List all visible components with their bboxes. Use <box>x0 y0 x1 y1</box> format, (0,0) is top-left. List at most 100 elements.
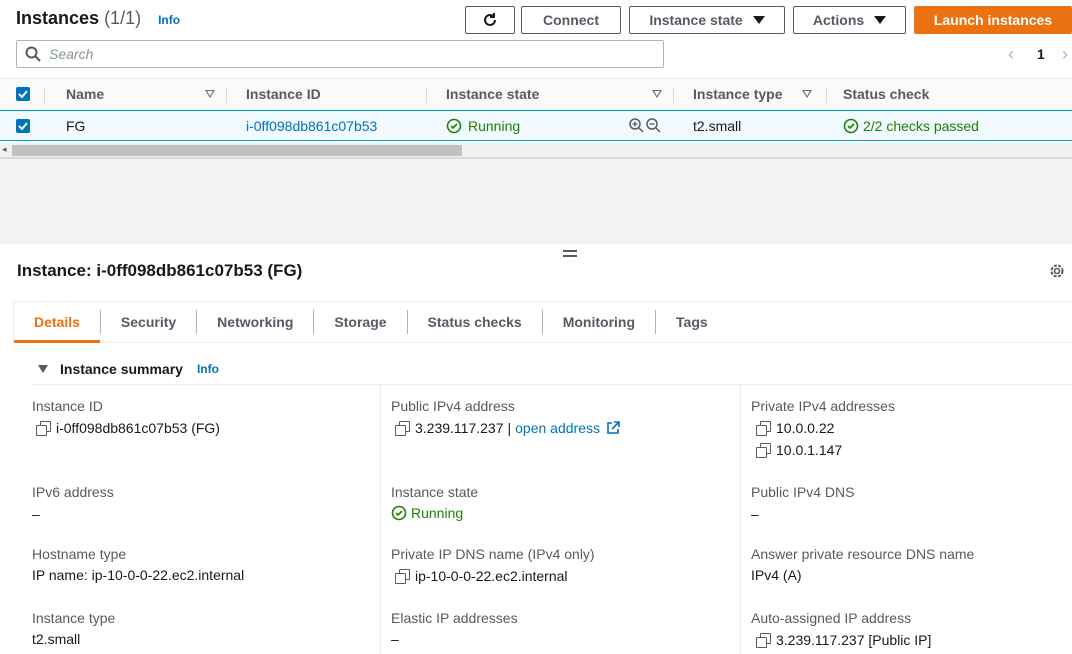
check-circle-icon <box>391 505 407 521</box>
summary-label: Instance summary <box>60 361 183 377</box>
private-dns-value: ip-10-0-0-22.ec2.internal <box>395 568 568 584</box>
caret-down-icon <box>874 16 887 24</box>
zoom-controls <box>629 111 661 140</box>
copy-icon[interactable] <box>395 569 410 584</box>
table-header: Name Instance ID Instance state Instance… <box>0 78 1072 110</box>
instance-id-label: Instance ID <box>32 398 103 414</box>
private-ipv4-value-2: 10.0.1.147 <box>756 442 842 458</box>
auto-ip-text: 3.239.117.237 [Public IP] <box>776 632 932 648</box>
scroll-left-icon[interactable]: ◂ <box>2 144 7 155</box>
table-row[interactable]: FG i-0ff098db861c07b53 Running t2.small … <box>0 110 1072 141</box>
check-circle-icon <box>446 118 462 133</box>
answer-dns-value: IPv4 (A) <box>751 567 802 583</box>
row-instance-id-link[interactable]: i-0ff098db861c07b53 <box>246 111 377 140</box>
tab-details[interactable]: Details <box>14 302 100 343</box>
column-status-check[interactable]: Status check <box>843 79 929 109</box>
zoom-out-icon[interactable] <box>646 118 661 133</box>
summary-info-link[interactable]: Info <box>197 362 219 376</box>
tab-tags[interactable]: Tags <box>656 302 728 342</box>
private-ipv4-text-2: 10.0.1.147 <box>776 442 843 458</box>
zoom-in-icon[interactable] <box>629 118 644 133</box>
tab-status-checks[interactable]: Status checks <box>408 302 542 342</box>
instance-state-button[interactable]: Instance state <box>629 6 785 34</box>
public-ipv4-label: Public IPv4 address <box>391 398 515 414</box>
answer-dns-label: Answer private resource DNS name <box>751 546 975 562</box>
ipv6-value: – <box>32 506 40 522</box>
private-dns-label: Private IP DNS name (IPv4 only) <box>391 546 595 562</box>
tab-security[interactable]: Security <box>101 302 196 342</box>
search-input[interactable]: Search <box>16 40 664 68</box>
row-status-text: 2/2 checks passed <box>863 117 979 134</box>
collapse-icon[interactable] <box>38 365 48 373</box>
open-address-link[interactable]: open address <box>515 420 600 436</box>
row-type: t2.small <box>693 117 742 134</box>
next-page-icon[interactable]: › <box>1062 44 1068 65</box>
scrollbar-thumb[interactable] <box>12 145 462 156</box>
search-placeholder: Search <box>49 46 94 62</box>
column-instance-id[interactable]: Instance ID <box>246 79 321 109</box>
column-name[interactable]: Name <box>66 79 104 109</box>
private-ipv4-label: Private IPv4 addresses <box>751 398 895 414</box>
public-dns-label: Public IPv4 DNS <box>751 484 855 500</box>
instance-id-value: i-0ff098db861c07b53 (FG) <box>36 420 220 436</box>
actions-label: Actions <box>812 12 865 28</box>
instance-id-text: i-0ff098db861c07b53 (FG) <box>56 420 220 436</box>
hostname-type-label: Hostname type <box>32 546 127 562</box>
private-ipv4-text-1: 10.0.0.22 <box>776 420 835 436</box>
row-state-text: Running <box>468 117 521 134</box>
instance-state-value: Running <box>391 505 463 521</box>
tab-storage[interactable]: Storage <box>314 302 406 342</box>
resize-handle-icon[interactable] <box>563 250 577 260</box>
copy-icon[interactable] <box>395 421 410 436</box>
private-ipv4-value-1: 10.0.0.22 <box>756 420 834 436</box>
hostname-type-value: IP name: ip-10-0-0-22.ec2.internal <box>32 567 245 583</box>
filter-icon[interactable] <box>652 79 662 109</box>
separator: | <box>507 420 512 436</box>
check-circle-icon <box>843 118 859 133</box>
row-checkbox[interactable] <box>16 111 30 140</box>
refresh-button[interactable] <box>465 6 515 34</box>
actions-button[interactable]: Actions <box>793 6 906 34</box>
tab-networking[interactable]: Networking <box>197 302 313 342</box>
external-link-icon[interactable] <box>606 421 620 435</box>
ipv6-label: IPv6 address <box>32 484 114 500</box>
gear-icon[interactable] <box>1048 262 1066 280</box>
details-tabs: Details Security Networking Storage Stat… <box>13 301 1072 343</box>
copy-icon[interactable] <box>756 421 771 436</box>
select-all-checkbox[interactable] <box>16 79 30 109</box>
elastic-ip-value: – <box>391 631 399 647</box>
public-ipv4-text: 3.239.117.237 <box>415 420 504 436</box>
auto-ip-label: Auto-assigned IP address <box>751 610 912 626</box>
instance-state-label: Instance state <box>649 12 743 28</box>
filter-icon[interactable] <box>205 79 215 109</box>
public-ipv4-value: 3.239.117.237 | open address <box>395 420 620 436</box>
info-link[interactable]: Info <box>158 13 180 27</box>
refresh-icon <box>484 13 496 26</box>
copy-icon[interactable] <box>36 421 51 436</box>
instance-title: Instance: i-0ff098db861c07b53 (FG) <box>17 261 303 280</box>
search-icon <box>25 46 41 62</box>
instance-state-text: Running <box>411 505 464 521</box>
instance-type-label: Instance type <box>32 610 116 626</box>
instance-summary-header[interactable]: Instance summary Info <box>38 361 219 377</box>
instance-state-label: Instance state <box>391 484 479 500</box>
row-status: 2/2 checks passed <box>843 111 979 140</box>
caret-down-icon <box>752 16 765 24</box>
page-title-text: Instances <box>16 8 100 28</box>
page-number[interactable]: 1 <box>1037 46 1045 62</box>
public-dns-value: – <box>751 506 759 522</box>
tab-monitoring[interactable]: Monitoring <box>543 302 655 342</box>
copy-icon[interactable] <box>756 633 771 648</box>
page-title: Instances (1/1) Info <box>16 8 180 29</box>
private-dns-text: ip-10-0-0-22.ec2.internal <box>415 568 568 584</box>
elastic-ip-label: Elastic IP addresses <box>391 610 518 626</box>
filter-icon[interactable] <box>802 79 812 109</box>
column-instance-state[interactable]: Instance state <box>446 79 539 109</box>
connect-button[interactable]: Connect <box>521 6 621 34</box>
launch-instances-button[interactable]: Launch instances <box>914 6 1072 34</box>
prev-page-icon[interactable]: ‹ <box>1008 44 1014 65</box>
instance-type-value: t2.small <box>32 631 81 647</box>
copy-icon[interactable] <box>756 443 771 458</box>
column-instance-type[interactable]: Instance type <box>693 79 782 109</box>
instance-count: (1/1) <box>104 8 142 28</box>
